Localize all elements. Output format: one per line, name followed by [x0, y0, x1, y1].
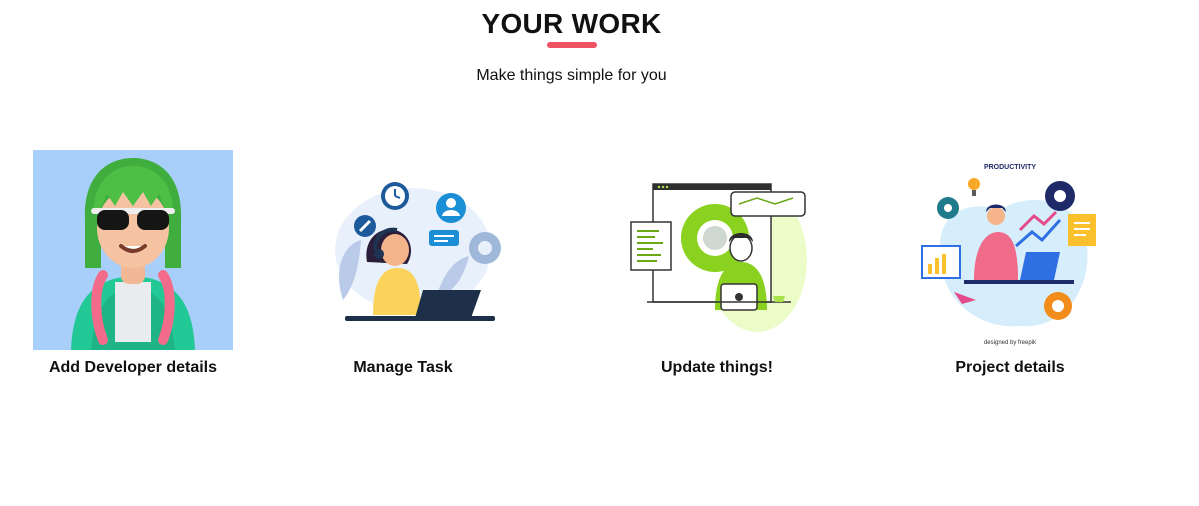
section-title: YOUR WORK: [481, 8, 662, 39]
card-label: Project details: [955, 359, 1065, 376]
card-manage-task[interactable]: Manage Task: [303, 150, 503, 377]
card-add-developer-details[interactable]: Add Developer details: [33, 150, 233, 377]
developer-coding-image[interactable]: [617, 150, 817, 350]
title-underline: [547, 42, 597, 48]
your-work-section: YOUR WORK Make things simple for you Add…: [0, 0, 1199, 506]
productivity-image[interactable]: PRODUCTIVITY designed by freepik: [910, 150, 1110, 350]
developer-avatar-image[interactable]: [33, 150, 233, 350]
support-agent-image[interactable]: [303, 150, 503, 350]
card-project-details[interactable]: PRODUCTIVITY designed by freepik Project…: [910, 150, 1110, 377]
section-subtitle: Make things simple for you: [476, 67, 667, 84]
card-label: Manage Task: [353, 359, 453, 376]
card-label: Update things!: [661, 359, 773, 376]
card-update-things[interactable]: Update things!: [617, 150, 817, 377]
card-label: Add Developer details: [48, 359, 218, 376]
productivity-badge-text: PRODUCTIVITY: [984, 164, 1036, 171]
designed-by-credit: designed by freepik: [984, 340, 1037, 346]
